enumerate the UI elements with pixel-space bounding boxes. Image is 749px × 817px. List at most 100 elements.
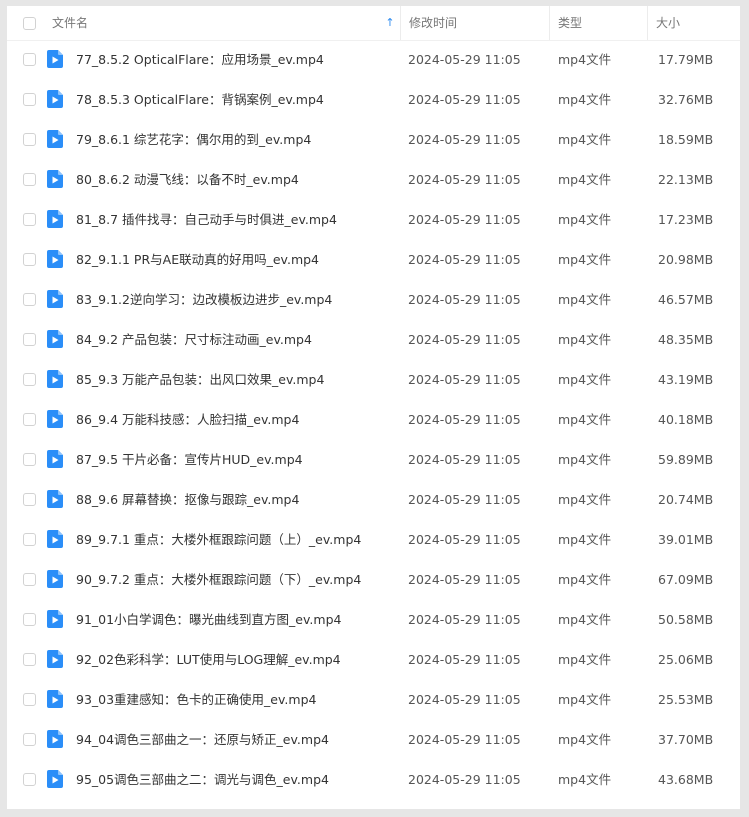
file-name[interactable]: 82_9.1.1 PR与AE联动真的好用吗_ev.mp4	[76, 240, 396, 280]
file-row[interactable]: 87_9.5 干片必备：宣传片HUD_ev.mp4 2024-05-29 11:0…	[7, 440, 740, 480]
file-name[interactable]: 90_9.7.2 重点：大楼外框跟踪问题（下）_ev.mp4	[76, 560, 396, 600]
file-row[interactable]: 85_9.3 万能产品包装：出风口效果_ev.mp4 2024-05-29 11:…	[7, 360, 740, 400]
file-row[interactable]: 86_9.4 万能科技感：人脸扫描_ev.mp4 2024-05-29 11:05…	[7, 400, 740, 440]
file-type: mp4文件	[558, 372, 612, 387]
file-row[interactable]: 78_8.5.3 OpticalFlare：背锅案例_ev.mp4 2024-05…	[7, 80, 740, 120]
file-name[interactable]: 84_9.2 产品包装：尺寸标注动画_ev.mp4	[76, 320, 396, 360]
file-row[interactable]: 88_9.6 屏幕替换：抠像与跟踪_ev.mp4 2024-05-29 11:05…	[7, 480, 740, 520]
row-checkbox[interactable]	[23, 693, 36, 706]
file-type: mp4文件	[558, 252, 612, 267]
video-file-icon	[47, 410, 63, 428]
row-checkbox[interactable]	[23, 773, 36, 786]
file-name[interactable]: 87_9.5 干片必备：宣传片HUD_ev.mp4	[76, 440, 396, 480]
file-size: 25.53MB	[658, 692, 714, 707]
file-type: mp4文件	[558, 652, 612, 667]
file-list-panel: 文件名 ↑ 修改时间 类型 大小 77_8.5.2 OpticalFlare：应…	[7, 6, 740, 809]
row-checkbox[interactable]	[23, 453, 36, 466]
file-name[interactable]: 94_04调色三部曲之一：还原与矫正_ev.mp4	[76, 720, 396, 760]
sort-ascending-icon[interactable]: ↑	[385, 16, 395, 30]
file-row[interactable]: 80_8.6.2 动漫飞线：以备不时_ev.mp4 2024-05-29 11:0…	[7, 160, 740, 200]
select-all-checkbox[interactable]	[23, 17, 36, 30]
row-checkbox[interactable]	[23, 533, 36, 546]
row-checkbox[interactable]	[23, 733, 36, 746]
modified-time: 2024-05-29 11:05	[408, 612, 521, 627]
file-row[interactable]: 91_01小白学调色：曝光曲线到直方图_ev.mp4 2024-05-29 11:…	[7, 600, 740, 640]
file-name[interactable]: 83_9.1.2逆向学习：边改模板边进步_ev.mp4	[76, 280, 396, 320]
column-header-name[interactable]: 文件名	[44, 6, 399, 40]
file-name[interactable]: 80_8.6.2 动漫飞线：以备不时_ev.mp4	[76, 160, 396, 200]
file-name[interactable]: 86_9.4 万能科技感：人脸扫描_ev.mp4	[76, 400, 396, 440]
file-size: 17.79MB	[658, 52, 714, 67]
file-size: 59.89MB	[658, 452, 714, 467]
file-type: mp4文件	[558, 772, 612, 787]
video-file-icon	[47, 650, 63, 668]
row-checkbox[interactable]	[23, 493, 36, 506]
file-name[interactable]: 95_05调色三部曲之二：调光与调色_ev.mp4	[76, 760, 396, 800]
row-checkbox[interactable]	[23, 133, 36, 146]
column-header-modified-time[interactable]: 修改时间	[400, 6, 549, 40]
column-header-type[interactable]: 类型	[549, 6, 647, 40]
video-file-icon	[47, 250, 63, 268]
file-type: mp4文件	[558, 212, 612, 227]
row-checkbox[interactable]	[23, 413, 36, 426]
modified-time: 2024-05-29 11:05	[408, 372, 521, 387]
column-header-size[interactable]: 大小	[647, 6, 740, 40]
file-size: 17.23MB	[658, 212, 714, 227]
row-checkbox[interactable]	[23, 573, 36, 586]
modified-time: 2024-05-29 11:05	[408, 412, 521, 427]
file-row[interactable]: 82_9.1.1 PR与AE联动真的好用吗_ev.mp4 2024-05-29 1…	[7, 240, 740, 280]
file-size: 43.68MB	[658, 772, 714, 787]
modified-time: 2024-05-29 11:05	[408, 452, 521, 467]
file-name[interactable]: 92_02色彩科学：LUT使用与LOG理解_ev.mp4	[76, 640, 396, 680]
file-row[interactable]: 93_03重建感知：色卡的正确使用_ev.mp4 2024-05-29 11:05…	[7, 680, 740, 720]
row-checkbox[interactable]	[23, 53, 36, 66]
file-row[interactable]: 95_05调色三部曲之二：调光与调色_ev.mp4 2024-05-29 11:0…	[7, 760, 740, 800]
file-row[interactable]: 77_8.5.2 OpticalFlare：应用场景_ev.mp4 2024-05…	[7, 40, 740, 80]
row-checkbox[interactable]	[23, 173, 36, 186]
file-row[interactable]: 79_8.6.1 综艺花字：偶尔用的到_ev.mp4 2024-05-29 11:…	[7, 120, 740, 160]
file-size: 20.74MB	[658, 492, 714, 507]
row-checkbox[interactable]	[23, 253, 36, 266]
file-row[interactable]: 90_9.7.2 重点：大楼外框跟踪问题（下）_ev.mp4 2024-05-29…	[7, 560, 740, 600]
file-type: mp4文件	[558, 732, 612, 747]
file-row[interactable]: 83_9.1.2逆向学习：边改模板边进步_ev.mp4 2024-05-29 11…	[7, 280, 740, 320]
file-name[interactable]: 85_9.3 万能产品包装：出风口效果_ev.mp4	[76, 360, 396, 400]
row-checkbox[interactable]	[23, 293, 36, 306]
file-size: 67.09MB	[658, 572, 714, 587]
modified-time: 2024-05-29 11:05	[408, 132, 521, 147]
file-row[interactable]: 81_8.7 插件找寻：自己动手与时俱进_ev.mp4 2024-05-29 11…	[7, 200, 740, 240]
file-name[interactable]: 93_03重建感知：色卡的正确使用_ev.mp4	[76, 680, 396, 720]
file-name[interactable]: 91_01小白学调色：曝光曲线到直方图_ev.mp4	[76, 600, 396, 640]
file-size: 46.57MB	[658, 292, 714, 307]
file-name[interactable]: 81_8.7 插件找寻：自己动手与时俱进_ev.mp4	[76, 200, 396, 240]
file-row[interactable]: 84_9.2 产品包装：尺寸标注动画_ev.mp4 2024-05-29 11:0…	[7, 320, 740, 360]
column-header-type-label: 类型	[558, 16, 583, 30]
file-name[interactable]: 77_8.5.2 OpticalFlare：应用场景_ev.mp4	[76, 40, 396, 80]
row-checkbox[interactable]	[23, 613, 36, 626]
file-size: 40.18MB	[658, 412, 714, 427]
modified-time: 2024-05-29 11:05	[408, 652, 521, 667]
video-file-icon	[47, 730, 63, 748]
row-checkbox[interactable]	[23, 653, 36, 666]
modified-time: 2024-05-29 11:05	[408, 492, 521, 507]
modified-time: 2024-05-29 11:05	[408, 212, 521, 227]
file-type: mp4文件	[558, 532, 612, 547]
column-header-name-label: 文件名	[52, 16, 89, 30]
row-checkbox[interactable]	[23, 213, 36, 226]
file-row[interactable]: 92_02色彩科学：LUT使用与LOG理解_ev.mp4 2024-05-29 1…	[7, 640, 740, 680]
file-type: mp4文件	[558, 452, 612, 467]
file-name[interactable]: 89_9.7.1 重点：大楼外框跟踪问题（上）_ev.mp4	[76, 520, 396, 560]
row-checkbox[interactable]	[23, 373, 36, 386]
file-size: 18.59MB	[658, 132, 714, 147]
file-row[interactable]: 94_04调色三部曲之一：还原与矫正_ev.mp4 2024-05-29 11:0…	[7, 720, 740, 760]
file-type: mp4文件	[558, 572, 612, 587]
file-name[interactable]: 78_8.5.3 OpticalFlare：背锅案例_ev.mp4	[76, 80, 396, 120]
row-checkbox[interactable]	[23, 93, 36, 106]
file-name[interactable]: 88_9.6 屏幕替换：抠像与跟踪_ev.mp4	[76, 480, 396, 520]
video-file-icon	[47, 610, 63, 628]
file-name[interactable]: 79_8.6.1 综艺花字：偶尔用的到_ev.mp4	[76, 120, 396, 160]
video-file-icon	[47, 490, 63, 508]
file-row[interactable]: 89_9.7.1 重点：大楼外框跟踪问题（上）_ev.mp4 2024-05-29…	[7, 520, 740, 560]
file-size: 22.13MB	[658, 172, 714, 187]
row-checkbox[interactable]	[23, 333, 36, 346]
